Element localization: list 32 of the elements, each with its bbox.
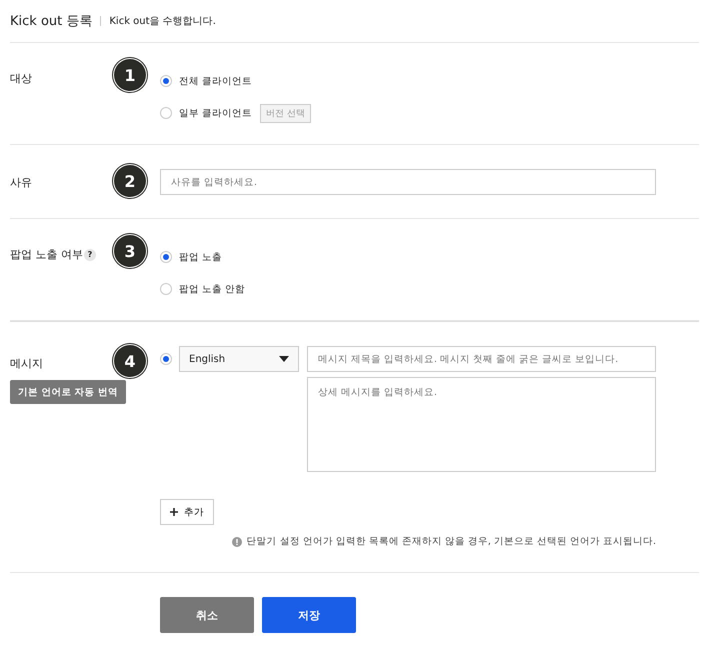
info-note: 단말기 설정 언어가 입력한 목록에 존재하지 않을 경우, 기본으로 선택된 언어가 표시됩니다. — [246, 535, 656, 548]
language-dropdown[interactable]: English — [179, 346, 299, 372]
message-title-field[interactable]: 메시지 제목을 입력하세요. 메시지 첫째 줄에 굵은 글씨로 보입니다. — [307, 346, 656, 372]
add-button[interactable]: 추가 — [160, 499, 214, 525]
radio-button[interactable] — [160, 251, 172, 263]
step-marker: 1 — [114, 59, 146, 91]
radio-button[interactable] — [160, 107, 172, 119]
page-description: Kick out을 수행합니다. — [109, 15, 216, 28]
help-icon[interactable]: ? — [84, 248, 96, 260]
radio-label: 팝업 노출 — [179, 250, 222, 264]
info-icon — [232, 536, 242, 546]
field-label: 대상 — [10, 71, 32, 86]
cancel-button[interactable]: 취소 — [160, 597, 254, 633]
reason-input-field[interactable]: 사유를 입력하세요. — [160, 169, 656, 195]
radio-button[interactable] — [160, 75, 172, 87]
step-marker: 2 — [114, 165, 146, 197]
field-label: 팝업 노출 여부 — [10, 247, 83, 262]
radio-button[interactable] — [160, 353, 172, 365]
caret-icon — [279, 356, 289, 362]
radio-label: 전체 클라이언트 — [179, 74, 252, 88]
step-marker: 3 — [114, 235, 146, 267]
field-label: 사유 — [10, 175, 32, 190]
radio-label: 팝업 노출 안함 — [179, 282, 246, 296]
save-button[interactable]: 저장 — [262, 597, 356, 633]
plus-icon — [170, 508, 178, 516]
field-label: 메시지 — [10, 356, 43, 371]
auto-translate-button[interactable]: 기본 언어로 자동 번역 — [10, 380, 126, 404]
radio-button[interactable] — [160, 283, 172, 295]
page-title: Kick out 등록 — [10, 13, 92, 30]
step-marker: 4 — [114, 345, 146, 377]
radio-label: 일부 클라이언트 — [179, 106, 252, 120]
message-body-field[interactable]: 상세 메시지를 입력하세요. — [307, 377, 656, 472]
